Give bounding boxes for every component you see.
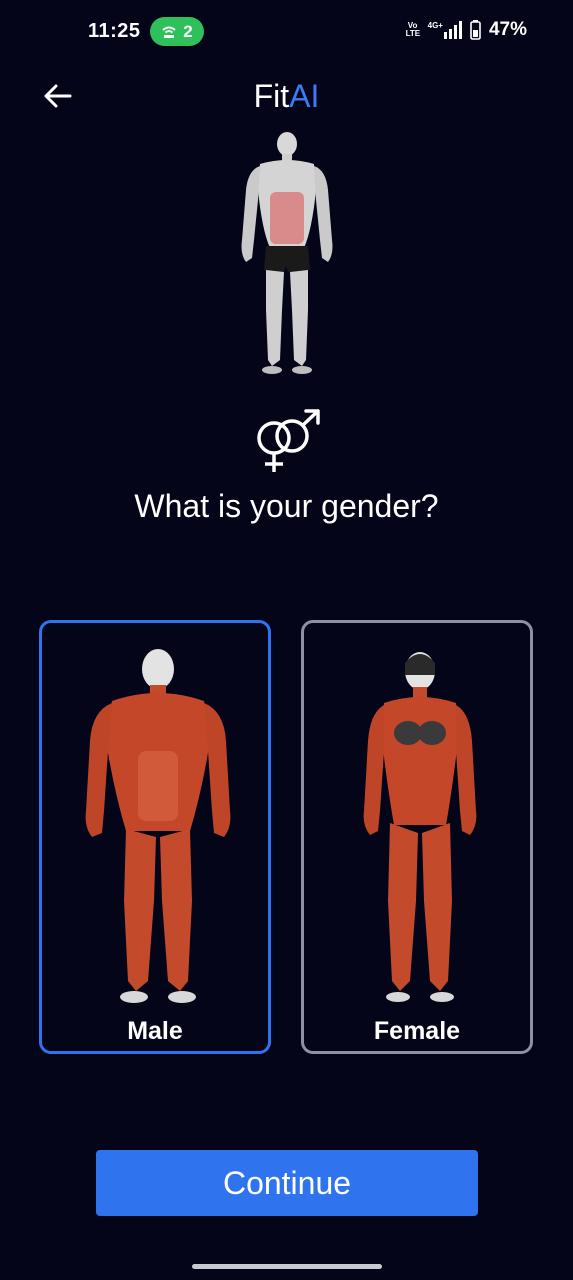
signal-icon: 4G+ (428, 21, 462, 39)
battery-icon (470, 20, 481, 40)
hotspot-count: 2 (183, 21, 193, 41)
gender-option-label: Female (373, 1017, 461, 1045)
gender-question: What is your gender? (134, 488, 439, 524)
continue-button[interactable]: Continue (96, 1150, 478, 1216)
app-title-ai: AI (289, 78, 320, 114)
gender-option-label: Male (127, 1017, 183, 1045)
status-time: 11:25 (88, 20, 141, 42)
volte-icon: Vo LTE (405, 21, 421, 38)
gender-symbol-icon (257, 409, 320, 472)
hero-body-illustration (241, 132, 333, 374)
hotspot-icon (162, 26, 176, 38)
gender-option-male[interactable]: Male (39, 620, 271, 1054)
hotspot-indicator[interactable]: 2 (150, 17, 204, 46)
home-indicator[interactable] (192, 1264, 382, 1269)
female-body-illustration (363, 652, 477, 1002)
battery-percent: 47% (488, 19, 527, 40)
system-icons: Vo LTE 4G+ 47% (406, 19, 527, 41)
male-body-illustration (85, 649, 231, 1003)
app-title-fit: Fit (253, 78, 290, 114)
gender-option-female[interactable]: Female (301, 620, 533, 1054)
status-bar: 11:25 2 Vo LTE 4G+ 47% (0, 0, 573, 62)
app-title: FitAI (0, 78, 573, 115)
app-header: FitAI (0, 72, 573, 122)
